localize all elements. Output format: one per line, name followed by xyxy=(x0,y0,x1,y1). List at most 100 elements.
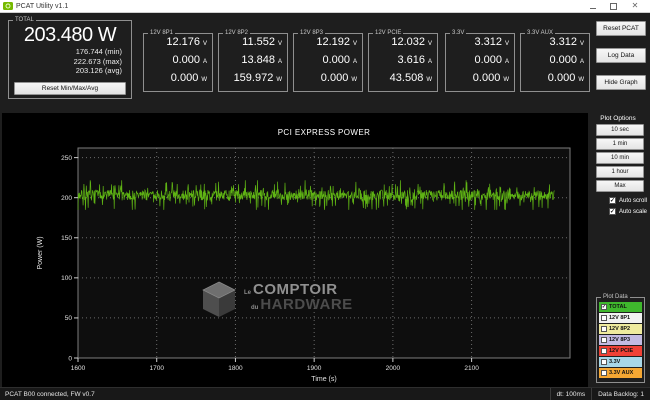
auto-scroll-checkbox[interactable] xyxy=(608,197,616,204)
plot-data-row-label: 12V PCIE xyxy=(609,348,634,354)
range-1hour-button[interactable]: 1 hour xyxy=(596,166,644,178)
watts-unit: W xyxy=(426,77,432,83)
amps-value: 0.000 xyxy=(474,54,502,66)
volts-value: 3.312 xyxy=(474,36,502,48)
data-backlog-status: Data Backlog: 1 xyxy=(591,388,650,400)
x-tick-label: 1700 xyxy=(149,365,164,372)
total-power-value: 203.480 W xyxy=(23,24,117,46)
plot-data-checkbox[interactable] xyxy=(601,326,607,332)
plot-data-checkbox[interactable] xyxy=(601,359,607,365)
amps-unit: A xyxy=(504,59,509,65)
auto-scroll-option[interactable]: Auto scroll xyxy=(608,197,647,204)
y-tick-label: 200 xyxy=(61,195,72,202)
device-status: PCAT B00 connected, FW v0.7 xyxy=(5,390,95,398)
title-bar: PCAT Utility v1.1 ✕ xyxy=(0,0,650,13)
amps-value: 0.000 xyxy=(322,54,350,66)
watts-unit: W xyxy=(578,77,584,83)
plot-data-label: Plot Data xyxy=(601,294,630,301)
reset-minmaxavg-button[interactable]: Reset Min/Max/Avg xyxy=(14,82,126,95)
x-axis-label: Time (s) xyxy=(311,376,336,383)
maximize-button[interactable] xyxy=(610,2,617,10)
plot-data-row-label: 12V 8P3 xyxy=(609,337,631,343)
channel-label: 12V 8P2 xyxy=(223,30,251,37)
amps-unit: A xyxy=(427,59,432,65)
total-avg-value: 203.126 (avg) xyxy=(75,66,122,75)
auto-scale-option[interactable]: Auto scale xyxy=(608,208,647,215)
plot-data-checkbox[interactable] xyxy=(601,337,607,343)
plot-data-row-label: 12V 8P1 xyxy=(609,315,631,321)
watts-unit: W xyxy=(276,77,282,83)
watts-value: 0.000 xyxy=(547,72,576,84)
power-chart: 0 50 100 150 200 250 1600 1700 1800 1900 2000 2100 P… xyxy=(37,128,571,383)
volts-unit: V xyxy=(579,41,584,47)
amps-value: 13.848 xyxy=(241,54,275,66)
graph-area: 0 50 100 150 200 250 1600 1700 1800 1900 2000 2100 P… xyxy=(2,113,588,387)
volts-unit: V xyxy=(277,41,282,47)
amps-value: 3.616 xyxy=(397,54,425,66)
plot-data-checkbox[interactable] xyxy=(601,348,607,354)
close-button[interactable]: ✕ xyxy=(631,2,639,10)
reset-pcat-button[interactable]: Reset PCAT xyxy=(596,21,646,36)
volts-unit: V xyxy=(352,41,357,47)
plot-data-checkbox[interactable] xyxy=(601,304,607,310)
volts-unit: V xyxy=(202,41,207,47)
watts-unit: W xyxy=(201,77,207,83)
watts-value: 0.000 xyxy=(320,72,349,84)
range-10min-button[interactable]: 10 min xyxy=(596,152,644,164)
nvidia-logo-icon xyxy=(3,2,13,10)
auto-scale-checkbox[interactable] xyxy=(608,208,616,215)
plot-data-row[interactable]: 12V 8P1 xyxy=(599,313,642,323)
channel-panel-12v-pcie: 12V PCIE 12.032 V 3.616 A 43.508 W xyxy=(368,30,438,92)
plot-data-row[interactable]: 12V 8P2 xyxy=(599,324,642,334)
channel-label: 12V PCIE xyxy=(373,30,404,37)
plot-data-checkbox[interactable] xyxy=(601,370,607,376)
channel-label: 12V 8P3 xyxy=(298,30,326,37)
window-title: PCAT Utility v1.1 xyxy=(16,2,69,10)
range-max-button[interactable]: Max xyxy=(596,180,644,192)
plot-area xyxy=(77,147,571,359)
plot-data-row[interactable]: 12V PCIE xyxy=(599,346,642,356)
range-10sec-button[interactable]: 10 sec xyxy=(596,124,644,136)
total-panel: TOTAL 203.480 W 176.744 (min) 222.673 (m… xyxy=(8,17,132,99)
x-tick-label: 1600 xyxy=(71,365,86,372)
plot-data-row[interactable]: TOTAL xyxy=(599,302,642,312)
volts-unit: V xyxy=(427,41,432,47)
hide-graph-button[interactable]: Hide Graph xyxy=(596,75,646,90)
amps-value: 0.000 xyxy=(172,54,200,66)
range-1min-button[interactable]: 1 min xyxy=(596,138,644,150)
channel-panel-3v3-aux: 3.3V AUX 3.312 V 0.000 A 0.000 W xyxy=(520,30,590,92)
watts-value: 0.000 xyxy=(472,72,501,84)
plot-data-row-label: 3.3V xyxy=(609,359,621,365)
watts-unit: W xyxy=(503,77,509,83)
plot-data-row-label: 3.3V AUX xyxy=(609,370,634,376)
volts-value: 11.552 xyxy=(242,36,275,48)
total-max-value: 222.673 (max) xyxy=(73,56,122,66)
auto-scale-label: Auto scale xyxy=(618,208,647,215)
amps-unit: A xyxy=(579,59,584,65)
volts-value: 12.176 xyxy=(166,36,200,48)
y-axis-label: Power (W) xyxy=(37,236,44,269)
channel-label: 3.3V AUX xyxy=(525,30,556,37)
plot-data-row[interactable]: 12V 8P3 xyxy=(599,335,642,345)
auto-scroll-label: Auto scroll xyxy=(618,197,647,204)
pcat-utility-window: { "window": { "title": "PCAT Utility v1.… xyxy=(0,0,650,400)
plot-data-row-label: TOTAL xyxy=(609,304,627,310)
dt-status: dt: 100ms xyxy=(549,388,592,400)
minimize-button[interactable] xyxy=(590,4,596,9)
amps-value: 0.000 xyxy=(549,54,577,66)
x-tick-label: 1900 xyxy=(307,365,322,372)
plot-data-row[interactable]: 3.3V xyxy=(599,357,642,367)
y-tick-label: 50 xyxy=(65,315,73,322)
channel-panel-12v-8p2: 12V 8P2 11.552 V 13.848 A 159.972 W xyxy=(218,30,288,92)
y-tick-label: 100 xyxy=(61,275,72,282)
log-data-button[interactable]: Log Data xyxy=(596,48,646,63)
channel-label: 3.3V xyxy=(450,30,467,37)
volts-value: 3.312 xyxy=(549,36,577,48)
plot-data-row[interactable]: 3.3V AUX xyxy=(599,368,642,378)
x-tick-label: 1800 xyxy=(228,365,243,372)
channel-panel-12v-8p1: 12V 8P1 12.176 V 0.000 A 0.000 W xyxy=(143,30,213,92)
watts-value: 159.972 xyxy=(233,72,274,84)
volts-value: 12.032 xyxy=(391,36,425,48)
plot-data-checkbox[interactable] xyxy=(601,315,607,321)
plot-data-panel: Plot Data TOTAL 12V 8P1 12V 8P2 12V 8P3 … xyxy=(596,294,645,383)
